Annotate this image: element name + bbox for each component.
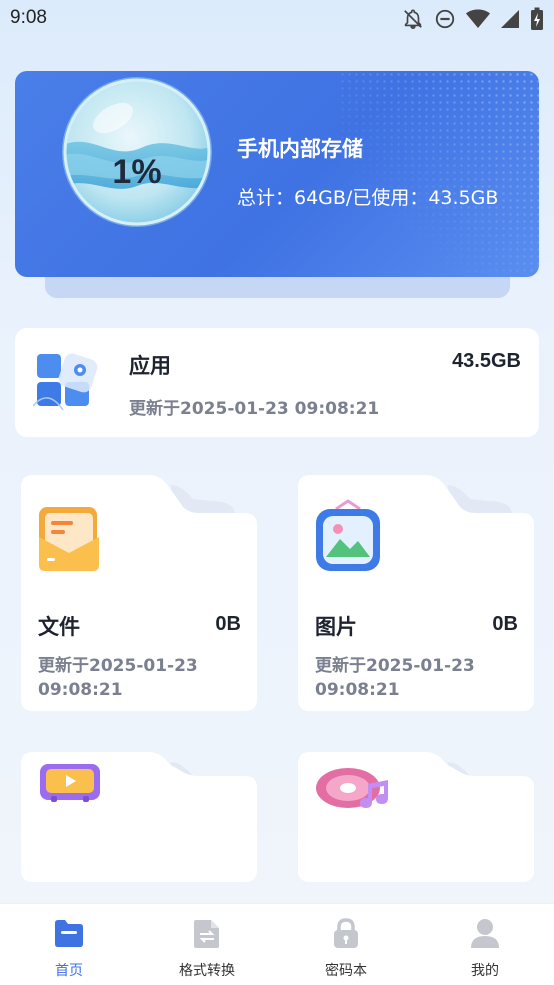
nav-password-book-label: 密码本 xyxy=(325,963,367,979)
signal-icon xyxy=(501,10,519,28)
profile-icon xyxy=(471,919,499,948)
storage-orb-icon xyxy=(62,77,212,227)
lock-icon xyxy=(334,918,358,948)
apps-label: 应用 xyxy=(129,354,171,378)
storage-percent: 1% xyxy=(112,153,162,191)
nav-profile[interactable]: 我的 xyxy=(416,904,554,985)
video-icon xyxy=(40,764,100,802)
nav-home-label: 首页 xyxy=(55,963,83,979)
music-folder-card[interactable] xyxy=(298,752,534,882)
pictures-folder-card[interactable]: 图片 0B 更新于2025-01-23 09:08:21 xyxy=(298,475,534,711)
storage-title: 手机内部存储 xyxy=(237,137,363,161)
files-size: 0B xyxy=(215,613,241,635)
document-folder-icon xyxy=(39,507,99,571)
storage-detail: 总计：64GB/已使用：43.5GB xyxy=(237,187,499,209)
files-updated: 更新于2025-01-23 09:08:21 xyxy=(38,656,198,700)
video-folder-card[interactable] xyxy=(21,752,257,882)
status-bar: 9:08 xyxy=(0,0,554,38)
music-disc-icon xyxy=(316,768,388,808)
apps-icon xyxy=(33,353,98,411)
nav-format-convert[interactable]: 格式转换 xyxy=(138,904,276,985)
wifi-icon xyxy=(466,9,490,28)
status-icons xyxy=(402,7,544,31)
nav-profile-label: 我的 xyxy=(471,963,499,979)
pictures-label: 图片 xyxy=(315,615,357,639)
do-not-disturb-icon xyxy=(435,9,455,29)
nav-format-convert-label: 格式转换 xyxy=(179,963,235,979)
status-time: 9:08 xyxy=(10,7,47,28)
notifications-off-icon xyxy=(404,9,422,29)
apps-size: 43.5GB xyxy=(452,350,521,372)
files-label: 文件 xyxy=(38,615,80,639)
nav-home[interactable]: 首页 xyxy=(0,904,138,985)
bottom-nav: 首页 格式转换 密码本 我的 xyxy=(0,903,554,985)
nav-password-book[interactable]: 密码本 xyxy=(277,904,415,985)
format-convert-icon xyxy=(194,920,219,948)
apps-card[interactable]: 应用 43.5GB 更新于2025-01-23 09:08:21 xyxy=(15,328,539,437)
files-folder-card[interactable]: 文件 0B 更新于2025-01-23 09:08:21 xyxy=(21,475,257,711)
dot-pattern xyxy=(339,71,539,277)
picture-icon xyxy=(316,499,380,571)
storage-card[interactable]: 1% 手机内部存储 总计：64GB/已使用：43.5GB xyxy=(15,71,539,277)
apps-updated: 更新于2025-01-23 09:08:21 xyxy=(129,399,380,419)
pictures-updated: 更新于2025-01-23 09:08:21 xyxy=(315,656,475,700)
battery-charging-icon xyxy=(531,7,543,30)
home-folder-icon xyxy=(55,920,83,947)
pictures-size: 0B xyxy=(492,613,518,635)
